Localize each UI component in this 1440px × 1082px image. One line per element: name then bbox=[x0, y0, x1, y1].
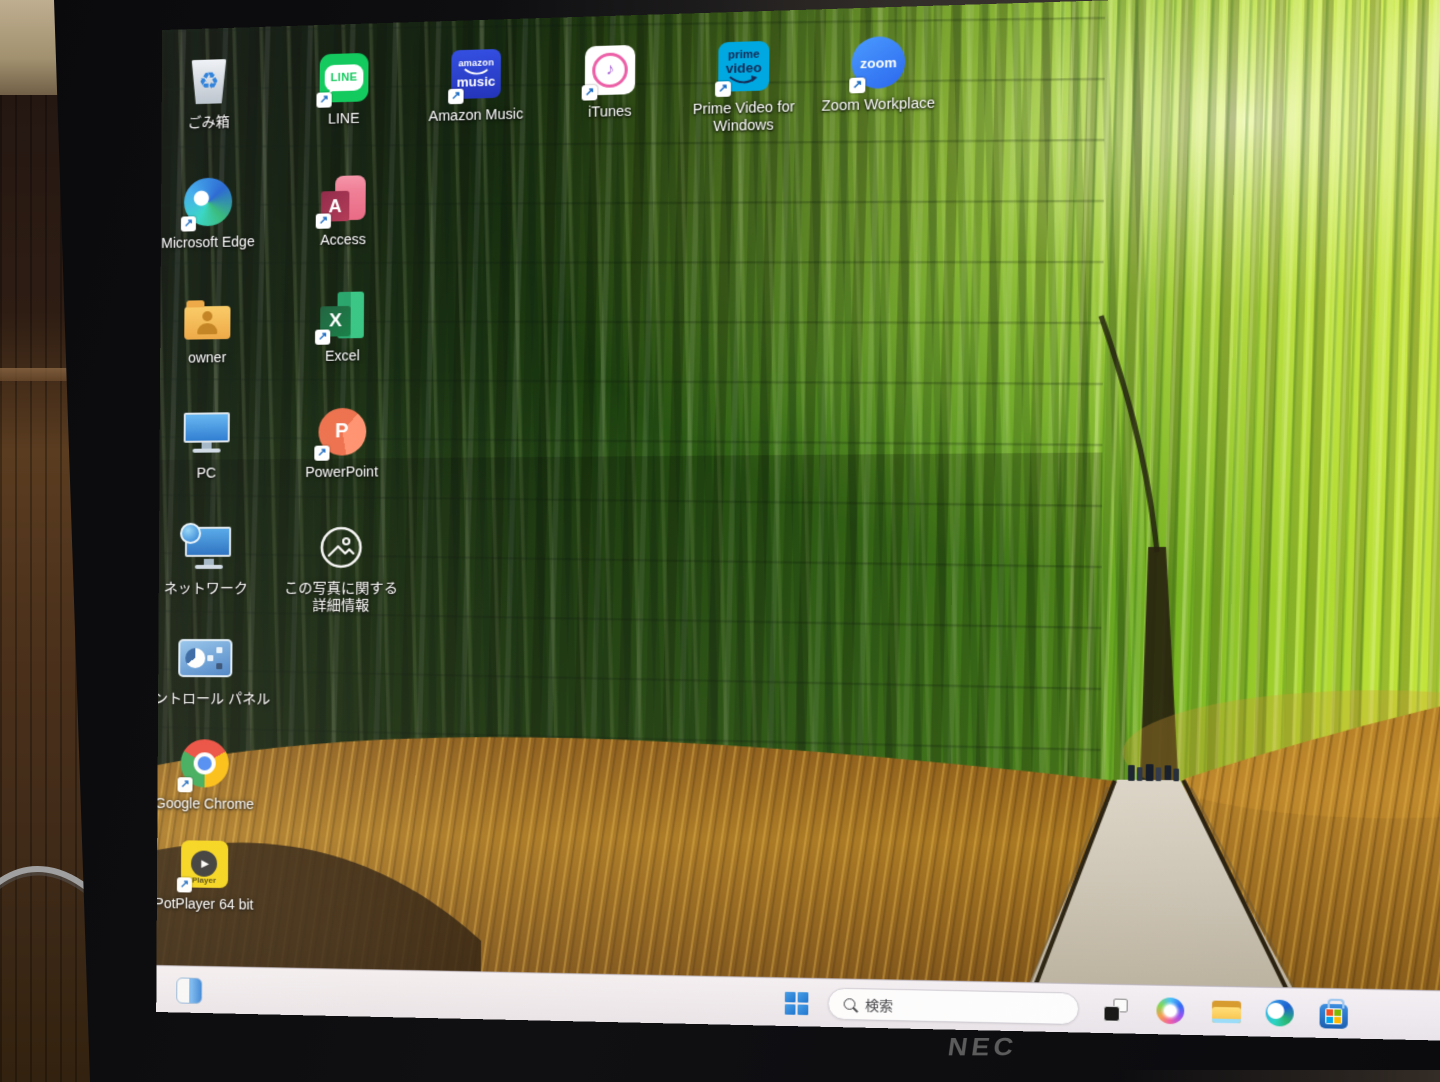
desktop-icon-line[interactable]: LINE ↗ LINE bbox=[281, 48, 408, 129]
shortcut-arrow-icon: ↗ bbox=[715, 81, 731, 97]
desktop-icon-prime-video[interactable]: prime video ↗ Prime Video for Windows bbox=[678, 36, 810, 137]
copilot-icon bbox=[1156, 997, 1184, 1024]
edge-icon: ↗ bbox=[156, 172, 270, 231]
desktop-icon-pc[interactable]: PC bbox=[156, 404, 269, 482]
desktop-icon-powerpoint[interactable]: P ↗ PowerPoint bbox=[279, 402, 405, 481]
user-folder-icon bbox=[156, 288, 270, 346]
task-view-icon bbox=[1103, 998, 1127, 1022]
desktop-icon-potplayer[interactable]: ▶ Player ↗ PotPlayer 64 bit bbox=[156, 835, 266, 914]
monitor-brand-logo: NEC bbox=[946, 1034, 1019, 1062]
shortcut-arrow-icon: ↗ bbox=[316, 92, 331, 108]
shortcut-arrow-icon: ↗ bbox=[315, 329, 330, 344]
desktop-icon-label: この写真に関する詳細情報 bbox=[278, 580, 404, 615]
network-icon bbox=[156, 519, 268, 576]
access-icon: A ↗ bbox=[280, 169, 406, 228]
windows-logo-icon bbox=[784, 991, 808, 1014]
desktop-icon-label: Zoom Workplace bbox=[812, 94, 946, 115]
store-icon bbox=[1320, 1004, 1348, 1029]
edge-button[interactable] bbox=[1263, 997, 1296, 1028]
desktop-icon-label: Microsoft Edge bbox=[156, 233, 270, 253]
zoom-icon: zoom ↗ bbox=[812, 31, 946, 93]
desktop-icon-amazon-music[interactable]: amazon music ↗ Amazon Music bbox=[412, 44, 540, 126]
prime-video-icon: prime video ↗ bbox=[678, 36, 810, 98]
desktop-icon-microsoft-edge[interactable]: ↗ Microsoft Edge bbox=[156, 172, 270, 252]
desktop-icon-itunes[interactable]: ♪ ↗ iTunes bbox=[545, 40, 675, 123]
shortcut-arrow-icon: ↗ bbox=[177, 777, 192, 792]
widgets-button[interactable] bbox=[174, 975, 203, 1005]
file-explorer-button[interactable] bbox=[1210, 996, 1243, 1027]
desktop-icon-network[interactable]: ネットワーク bbox=[156, 519, 268, 597]
play-icon: ▶ bbox=[191, 850, 217, 876]
folder-icon bbox=[1211, 1001, 1240, 1024]
globe-icon bbox=[180, 523, 201, 544]
chrome-icon: ↗ bbox=[156, 735, 267, 792]
desktop-icon-control-panel[interactable]: コントロール パネル bbox=[156, 630, 268, 708]
desktop-icon-label: LINE bbox=[281, 108, 407, 129]
desktop-icon-label: コントロール パネル bbox=[156, 690, 281, 708]
desktop-icon-label: iTunes bbox=[545, 101, 675, 122]
line-icon: LINE ↗ bbox=[281, 48, 407, 108]
shortcut-arrow-icon: ↗ bbox=[448, 89, 464, 105]
desktop-icon-label: ごみ箱 bbox=[156, 112, 271, 132]
shortcut-arrow-icon: ↗ bbox=[849, 77, 865, 93]
prime-smile-icon bbox=[729, 74, 759, 84]
screen: ♻ ごみ箱 LINE ↗ LINE amazon music ↗ bbox=[156, 0, 1440, 1050]
shortcut-arrow-icon: ↗ bbox=[314, 446, 329, 461]
desktop-icon-zoom-workplace[interactable]: zoom ↗ Zoom Workplace bbox=[812, 31, 946, 115]
desktop-icon-photo-info[interactable]: この写真に関する詳細情報 bbox=[278, 519, 405, 614]
taskbar-search[interactable]: 検索 bbox=[827, 988, 1079, 1026]
shortcut-arrow-icon: ↗ bbox=[177, 877, 192, 892]
desktop-icon-label: Prime Video for Windows bbox=[678, 98, 810, 137]
desktop-icon-label: owner bbox=[156, 348, 269, 367]
desktop-icon-label: ネットワーク bbox=[156, 580, 268, 597]
control-panel-icon bbox=[156, 630, 268, 686]
excel-icon: X ↗ bbox=[280, 286, 406, 345]
search-placeholder: 検索 bbox=[865, 995, 893, 1015]
potplayer-icon: ▶ Player ↗ bbox=[156, 835, 266, 893]
desktop-icon-label: PotPlayer 64 bit bbox=[156, 895, 266, 914]
task-view-button[interactable] bbox=[1099, 994, 1131, 1025]
copilot-button[interactable] bbox=[1154, 995, 1186, 1026]
powerpoint-icon: P ↗ bbox=[279, 402, 405, 460]
photo-of-monitor: ♻ ごみ箱 LINE ↗ LINE amazon music ↗ bbox=[0, 0, 1440, 1082]
desktop-icon-label: Google Chrome bbox=[156, 795, 267, 813]
desktop-icon-excel[interactable]: X ↗ Excel bbox=[279, 286, 405, 366]
desktop-icon-owner-folder[interactable]: owner bbox=[156, 288, 270, 367]
desktop-icon-label: PC bbox=[156, 464, 269, 482]
amazon-music-icon: amazon music ↗ bbox=[412, 44, 540, 105]
desktop-icon-label: Amazon Music bbox=[412, 105, 540, 126]
desktop-icon-recycle-bin[interactable]: ♻ ごみ箱 bbox=[156, 52, 271, 133]
shortcut-arrow-icon: ↗ bbox=[181, 216, 196, 231]
pc-monitor-icon bbox=[156, 404, 269, 461]
widgets-icon bbox=[176, 977, 202, 1004]
desktop-icon-label: Access bbox=[280, 230, 406, 250]
recycle-bin-icon: ♻ bbox=[156, 52, 271, 112]
itunes-icon: ♪ ↗ bbox=[545, 40, 675, 101]
shortcut-arrow-icon: ↗ bbox=[316, 213, 331, 228]
shortcut-arrow-icon: ↗ bbox=[582, 85, 598, 101]
microsoft-store-button[interactable] bbox=[1317, 998, 1350, 1030]
desktop-icon-label: PowerPoint bbox=[279, 463, 405, 481]
floor bbox=[1120, 1070, 1440, 1082]
picture-info-icon bbox=[278, 519, 404, 576]
desktop-icon-google-chrome[interactable]: ↗ Google Chrome bbox=[156, 735, 267, 813]
edge-icon bbox=[1266, 1000, 1294, 1027]
desktop-icon-access[interactable]: A ↗ Access bbox=[280, 169, 406, 250]
desktop-icon-label: Excel bbox=[279, 347, 405, 366]
start-button[interactable] bbox=[780, 988, 811, 1019]
search-icon bbox=[844, 998, 856, 1010]
